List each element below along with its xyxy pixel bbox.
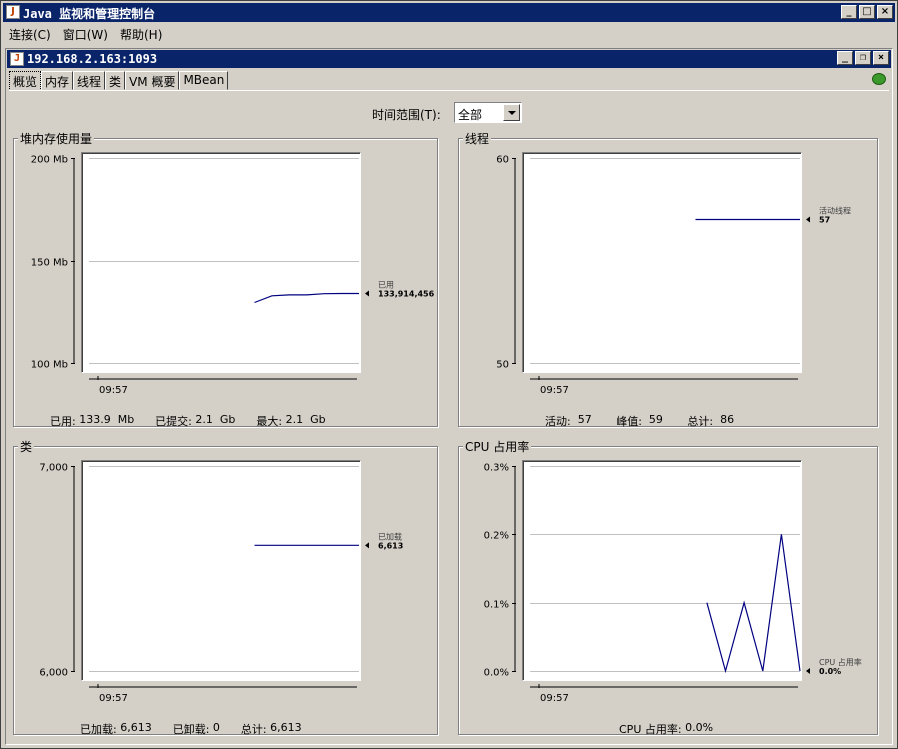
stat-value: 59 bbox=[648, 413, 663, 426]
y-tick-label: 50 bbox=[496, 360, 509, 371]
frame-minimize-button[interactable]: _ bbox=[837, 51, 853, 65]
maximize-button[interactable]: □ bbox=[859, 5, 875, 19]
x-tick-label: 09:57 bbox=[540, 385, 569, 396]
series-value: 133,914,456 bbox=[378, 290, 435, 299]
threads-stats: 活动: 57 峰值: 59 总计: 86 bbox=[545, 413, 734, 429]
time-range-value: 全部 bbox=[458, 108, 483, 122]
connection-frame: J 192.168.2.163:1093 _ ❐ × 概览 内存 线程 类 VM… bbox=[5, 48, 893, 745]
heap-stats: 已用: 133.9 Mb 已提交: 2.1 Gb 最大: 2.1 Gb bbox=[50, 413, 326, 429]
time-range-select[interactable]: 全部 bbox=[454, 102, 522, 123]
stat-label: 已用: bbox=[50, 415, 76, 428]
data-series-line bbox=[706, 534, 801, 674]
classes-chart: 6,000 7,000 09:57 已加载6,613 bbox=[39, 463, 403, 705]
classes-stats: 已加载: 6,613 已卸载: 0 总计: 6,613 bbox=[80, 721, 302, 737]
stat-value: 0 bbox=[212, 721, 220, 734]
stat-value: 86 bbox=[720, 413, 735, 426]
x-tick-label: 09:57 bbox=[99, 693, 128, 704]
stat-label: 已提交: bbox=[155, 415, 192, 428]
connection-title-bar[interactable]: J 192.168.2.163:1093 _ ❐ × bbox=[7, 50, 891, 68]
minimize-button[interactable]: _ bbox=[841, 5, 857, 19]
menu-help[interactable]: 帮助(H) bbox=[114, 24, 168, 44]
stat-label: 已加载: bbox=[80, 723, 117, 736]
tab-mbean[interactable]: MBean bbox=[179, 71, 229, 90]
series-label: CPU 占用率 bbox=[819, 657, 862, 667]
tab-classes[interactable]: 类 bbox=[105, 71, 126, 90]
y-tick-label: 7,000 bbox=[39, 463, 68, 474]
stat-value: 6,613 bbox=[120, 721, 152, 734]
stat-value: 2.1 Gb bbox=[285, 413, 326, 426]
y-tick-label: 60 bbox=[496, 155, 509, 166]
x-tick-label: 09:57 bbox=[99, 385, 128, 396]
title-bar[interactable]: J Java 监视和管理控制台 _ □ × bbox=[3, 3, 895, 22]
stat-value: 57 bbox=[577, 413, 592, 426]
stat-label: 已卸载: bbox=[172, 723, 210, 736]
series-value: 0.0% bbox=[819, 667, 841, 676]
stat-label: CPU 占用率: bbox=[619, 723, 682, 736]
data-series-line bbox=[254, 292, 359, 304]
stat-value: 133.9 Mb bbox=[79, 413, 135, 426]
cpu-chart: 0.0%0.1%0.2%0.3%09:57CPU 占用率0.0% bbox=[484, 463, 862, 705]
stat-value: 0.0% bbox=[685, 721, 714, 734]
connected-status-icon bbox=[872, 73, 886, 85]
heap-chart: 100 Mb 150 Mb 200 Mb 09:57 已用133,914,456 bbox=[31, 155, 435, 397]
tab-memory[interactable]: 内存 bbox=[41, 71, 74, 90]
stat-label: 总计: bbox=[687, 415, 714, 428]
time-range-label: 时间范围(T): bbox=[372, 108, 441, 122]
series-value: 57 bbox=[819, 216, 830, 225]
value-marker-arrow bbox=[806, 216, 810, 223]
value-marker-arrow bbox=[365, 290, 369, 297]
window-title: Java 监视和管理控制台 bbox=[23, 7, 156, 21]
close-button[interactable]: × bbox=[877, 5, 893, 19]
tab-strip: 概览 内存 线程 类 VM 概要 MBean bbox=[9, 71, 229, 91]
panel-heap: 堆内存使用量 100 Mb 150 Mb 200 Mb 09:57 已用 133,914,… bbox=[13, 130, 438, 429]
stat-label: 峰值: bbox=[616, 415, 642, 428]
y-tick-label: 0.1% bbox=[484, 600, 509, 611]
y-tick-label: 150 Mb bbox=[31, 258, 68, 269]
series-label: 已加载 bbox=[378, 531, 402, 541]
value-marker-arrow bbox=[806, 668, 810, 674]
panel-classes: 类 6,000 7,000 09:57 已加载 6,613 已加载: 6,613 已卸载… bbox=[13, 438, 438, 737]
frame-restore-button[interactable]: ❐ bbox=[855, 51, 871, 65]
stat-label: 最大: bbox=[256, 415, 283, 428]
menu-window[interactable]: 窗口(W) bbox=[57, 24, 114, 44]
menu-bar: 连接(C) 窗口(W) 帮助(H) bbox=[3, 24, 168, 44]
series-label: 活动线程 bbox=[819, 206, 851, 216]
frame-close-button[interactable]: × bbox=[873, 51, 889, 65]
stat-value: 6,613 bbox=[270, 721, 302, 734]
series-value: 6,613 bbox=[378, 541, 403, 550]
app-window: J Java 监视和管理控制台 _ □ × 连接(C) 窗口(W) 帮助(H) … bbox=[0, 0, 898, 749]
value-marker-arrow bbox=[365, 542, 369, 549]
java-icon: J bbox=[10, 52, 24, 66]
dropdown-arrow-icon[interactable] bbox=[503, 104, 520, 121]
series-label: 已用 bbox=[378, 281, 394, 290]
tab-vm-summary[interactable]: VM 概要 bbox=[125, 71, 180, 90]
y-tick-label: 0.0% bbox=[484, 668, 509, 679]
y-tick-label: 0.3% bbox=[484, 463, 509, 474]
stat-value: 2.1 Gb bbox=[195, 413, 236, 426]
tab-divider bbox=[9, 90, 889, 91]
cpu-stats: CPU 占用率: 0.0% bbox=[619, 721, 713, 737]
stat-label: 活动: bbox=[545, 415, 571, 428]
tab-overview[interactable]: 概览 bbox=[9, 71, 42, 91]
menu-connection[interactable]: 连接(C) bbox=[3, 24, 57, 44]
java-icon: J bbox=[6, 5, 20, 19]
connection-title: 192.168.2.163:1093 bbox=[27, 52, 158, 66]
y-tick-label: 0.2% bbox=[484, 531, 509, 542]
threads-chart: 50 60 09:57 活动线程57 bbox=[496, 155, 851, 397]
tab-threads[interactable]: 线程 bbox=[73, 71, 106, 90]
stat-label: 总计: bbox=[240, 723, 267, 736]
x-tick-label: 09:57 bbox=[540, 693, 569, 704]
y-tick-label: 100 Mb bbox=[31, 360, 68, 371]
y-tick-label: 6,000 bbox=[39, 668, 68, 679]
y-tick-label: 200 Mb bbox=[31, 155, 68, 166]
panel-cpu: CPU 占用率 0.0% 0.1% 0.2% 0.3% 09:57 CPU 占用率 0.0%… bbox=[458, 438, 878, 737]
panel-threads: 线程 50 60 09:57 活动线程 57 活动: 57 峰值: 59 总计: 86 bbox=[458, 130, 878, 429]
